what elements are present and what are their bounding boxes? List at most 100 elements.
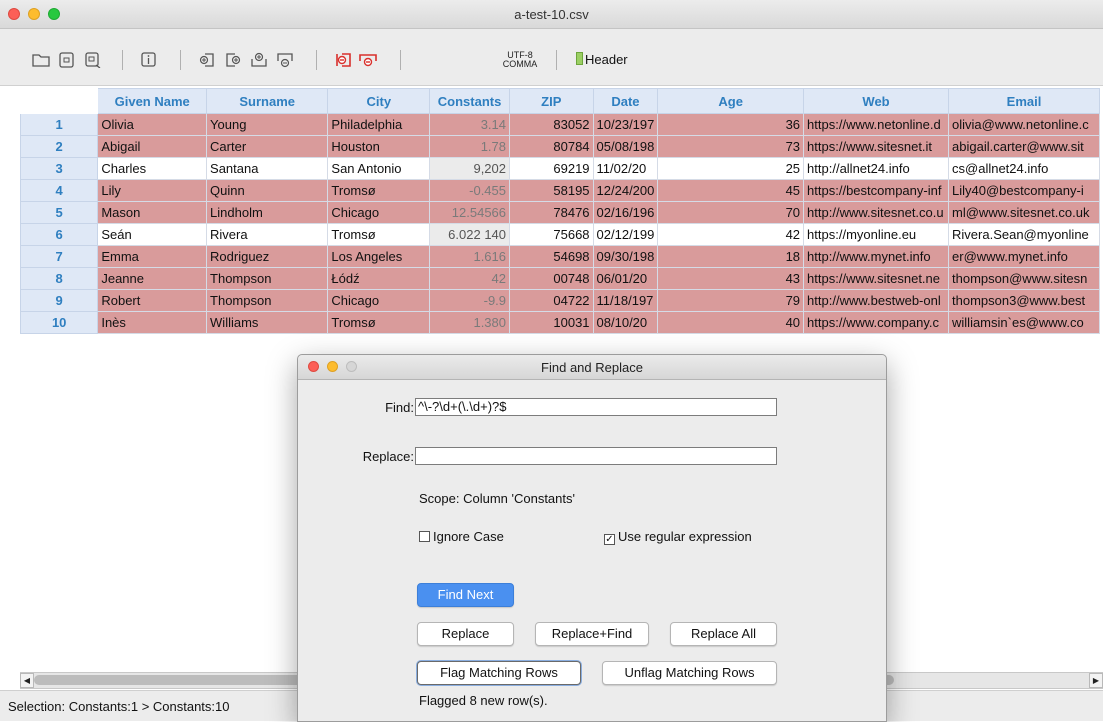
cell-surname[interactable]: Carter [206, 135, 329, 158]
cell-date[interactable]: 02/16/196 [592, 201, 659, 224]
folder-open-icon[interactable] [32, 52, 50, 68]
header-toggle[interactable]: Header [576, 52, 628, 67]
cell-given[interactable]: Mason [97, 201, 208, 224]
column-header[interactable]: Web [803, 88, 950, 114]
cell-zip[interactable]: 78476 [509, 201, 594, 224]
cell-web[interactable]: http://allnet24.info [803, 157, 950, 180]
cell-web[interactable]: https://bestcompany-inf [803, 179, 950, 202]
cell-age[interactable]: 40 [657, 311, 805, 334]
cell-surname[interactable]: Thompson [206, 267, 329, 290]
row-number[interactable]: 6 [20, 223, 99, 246]
remove-icon[interactable] [276, 52, 294, 68]
cell-web[interactable]: http://www.bestweb-onl [803, 289, 950, 312]
row-number[interactable]: 8 [20, 267, 99, 290]
column-header[interactable]: Constants [429, 88, 511, 114]
cell-given[interactable]: Jeanne [97, 267, 208, 290]
cell-age[interactable]: 73 [657, 135, 805, 158]
cell-const[interactable]: 1.380 [429, 311, 511, 334]
cell-surname[interactable]: Santana [206, 157, 329, 180]
cell-email[interactable]: Lily40@bestcompany-i [948, 179, 1100, 202]
replace-find-button[interactable]: Replace+Find [535, 622, 649, 646]
add-icon[interactable] [250, 52, 268, 68]
cell-zip[interactable]: 10031 [509, 311, 594, 334]
cell-age[interactable]: 25 [657, 157, 805, 180]
cell-given[interactable]: Inès [97, 311, 208, 334]
cell-age[interactable]: 70 [657, 201, 805, 224]
cell-zip[interactable]: 58195 [509, 179, 594, 202]
replace-all-button[interactable]: Replace All [670, 622, 777, 646]
cell-date[interactable]: 06/01/20 [592, 267, 659, 290]
cell-const[interactable]: 9,202 [429, 157, 511, 180]
cell-email[interactable]: abigail.carter@www.sit [948, 135, 1100, 158]
row-number[interactable]: 7 [20, 245, 99, 268]
row-number[interactable]: 10 [20, 311, 99, 334]
cell-given[interactable]: Olivia [97, 113, 208, 136]
cell-surname[interactable]: Rivera [206, 223, 329, 246]
replace-input[interactable] [415, 447, 777, 465]
cell-city[interactable]: Tromsø [327, 179, 431, 202]
delete-column-icon[interactable] [359, 52, 377, 68]
cell-date[interactable]: 08/10/20 [592, 311, 659, 334]
cell-const[interactable]: 12.54566 [429, 201, 511, 224]
cell-age[interactable]: 36 [657, 113, 805, 136]
cell-city[interactable]: Houston [327, 135, 431, 158]
cell-date[interactable]: 11/02/20 [592, 157, 659, 180]
cell-city[interactable]: Philadelphia [327, 113, 431, 136]
cell-age[interactable]: 43 [657, 267, 805, 290]
cell-surname[interactable]: Quinn [206, 179, 329, 202]
cell-zip[interactable]: 83052 [509, 113, 594, 136]
unflag-matching-rows-button[interactable]: Unflag Matching Rows [602, 661, 777, 685]
cell-age[interactable]: 42 [657, 223, 805, 246]
column-header[interactable]: Given Name [97, 88, 208, 114]
cell-email[interactable]: thompson3@www.best [948, 289, 1100, 312]
row-number[interactable]: 5 [20, 201, 99, 224]
table-row[interactable]: 4 Lily Quinn Tromsø -0.455 58195 12/24/200 45 ht… [20, 179, 1100, 202]
cell-city[interactable]: Łódź [327, 267, 431, 290]
table-row[interactable]: 2 Abigail Carter Houston 1.78 80784 05/08/198 7… [20, 135, 1100, 158]
row-number[interactable]: 9 [20, 289, 99, 312]
cell-zip[interactable]: 80784 [509, 135, 594, 158]
cell-zip[interactable]: 04722 [509, 289, 594, 312]
cell-surname[interactable]: Lindholm [206, 201, 329, 224]
table-row[interactable]: 5 Mason Lindholm Chicago 12.54566 78476 02/16/… [20, 201, 1100, 224]
cell-web[interactable]: http://www.mynet.info [803, 245, 950, 268]
cell-date[interactable]: 05/08/198 [592, 135, 659, 158]
replace-button[interactable]: Replace [417, 622, 514, 646]
cell-zip[interactable]: 00748 [509, 267, 594, 290]
cell-email[interactable]: olivia@www.netonline.c [948, 113, 1100, 136]
cell-date[interactable]: 10/23/197 [592, 113, 659, 136]
cell-city[interactable]: Tromsø [327, 223, 431, 246]
insert-row-icon[interactable] [198, 52, 216, 68]
column-header[interactable]: Email [948, 88, 1100, 114]
cell-const[interactable]: -9.9 [429, 289, 511, 312]
row-number[interactable]: 2 [20, 135, 99, 158]
encoding-button[interactable]: UTF-8 COMMA [496, 51, 544, 69]
cell-given[interactable]: Robert [97, 289, 208, 312]
cell-city[interactable]: Tromsø [327, 311, 431, 334]
cell-email[interactable]: er@www.mynet.info [948, 245, 1100, 268]
column-header[interactable]: Age [657, 88, 805, 114]
cell-given[interactable]: Emma [97, 245, 208, 268]
table-row[interactable]: 6 Seán Rivera Tromsø 6.022 140 75668 02/12/199… [20, 223, 1100, 246]
cell-email[interactable]: ml@www.sitesnet.co.uk [948, 201, 1100, 224]
table-row[interactable]: 1 Olivia Young Philadelphia 3.14 83052 10/23/1… [20, 113, 1100, 136]
find-next-button[interactable]: Find Next [417, 583, 514, 607]
column-header[interactable]: Date [592, 88, 659, 114]
cell-const[interactable]: 1.78 [429, 135, 511, 158]
regex-checkbox[interactable]: ✓ Use regular expression [604, 529, 752, 545]
row-number[interactable]: 4 [20, 179, 99, 202]
cell-age[interactable]: 18 [657, 245, 805, 268]
delete-row-icon[interactable] [334, 52, 352, 68]
cell-date[interactable]: 09/30/198 [592, 245, 659, 268]
cell-const[interactable]: 1.616 [429, 245, 511, 268]
scroll-right-arrow-icon[interactable]: ▶ [1089, 673, 1103, 688]
cell-zip[interactable]: 69219 [509, 157, 594, 180]
flag-matching-rows-button[interactable]: Flag Matching Rows [417, 661, 581, 685]
table-row[interactable]: 3 Charles Santana San Antonio 9,202 69219 11/0… [20, 157, 1100, 180]
cell-city[interactable]: Chicago [327, 289, 431, 312]
column-header[interactable]: Surname [206, 88, 329, 114]
save-as-icon[interactable] [84, 52, 102, 68]
cell-web[interactable]: https://myonline.eu [803, 223, 950, 246]
cell-web[interactable]: https://www.sitesnet.it [803, 135, 950, 158]
cell-city[interactable]: Chicago [327, 201, 431, 224]
